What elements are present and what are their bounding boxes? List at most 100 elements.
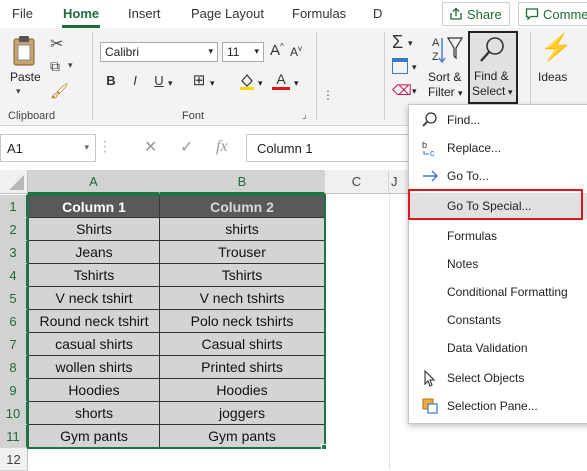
table-cell[interactable]: shorts — [28, 402, 160, 425]
comments-button[interactable]: Comme — [518, 2, 587, 26]
fill-color-icon[interactable] — [238, 72, 256, 90]
table-cell[interactable]: Round neck tshirt — [28, 310, 160, 333]
underline-icon[interactable]: U — [150, 72, 168, 90]
fill-handle[interactable] — [321, 444, 327, 450]
clear-dropdown-icon[interactable]: ▾ — [412, 86, 417, 97]
font-size-box[interactable]: 11 ▾ — [222, 42, 264, 62]
sort-filter-icon[interactable]: A Z — [430, 32, 466, 68]
select-all-corner[interactable] — [0, 170, 28, 194]
enter-icon[interactable]: ✓ — [180, 137, 193, 157]
table-cell[interactable]: Tshirts — [28, 264, 160, 287]
paste-button[interactable] — [10, 34, 40, 68]
menu-item-data-validation[interactable]: Data Validation — [409, 335, 587, 361]
table-cell[interactable]: Printed shirts — [160, 356, 325, 379]
menu-item-constants[interactable]: Constants — [409, 307, 587, 333]
menu-item-notes[interactable]: Notes — [409, 251, 587, 277]
table-cell[interactable]: joggers — [160, 402, 325, 425]
insert-function-icon[interactable]: fx — [216, 138, 228, 156]
tab-file[interactable]: File — [12, 6, 33, 21]
table-cell[interactable]: Jeans — [28, 241, 160, 264]
menu-item-go-to[interactable]: Go To... — [409, 163, 587, 189]
menu-item-selection-pane[interactable]: Selection Pane... — [409, 393, 587, 419]
table-cell[interactable]: Hoodies — [160, 379, 325, 402]
fill-dropdown-icon[interactable]: ▾ — [412, 62, 417, 73]
paste-dropdown-icon[interactable]: ▾ — [16, 86, 21, 97]
table-cell[interactable]: Gym pants — [28, 425, 160, 448]
sort-filter-dropdown-icon[interactable]: ▾ — [458, 88, 463, 99]
column-header-a[interactable]: A — [28, 170, 160, 194]
menu-item-conditional-formatting[interactable]: Conditional Formatting — [409, 279, 587, 305]
sort-filter-label: Sort & — [428, 70, 462, 84]
menu-item-replace[interactable]: bc Replace... — [409, 135, 587, 161]
row-header[interactable]: 10 — [0, 402, 28, 425]
column-header-c[interactable]: C — [325, 170, 389, 194]
decrease-font-size-icon[interactable]: Av — [290, 44, 302, 59]
tab-home[interactable]: Home — [63, 6, 99, 21]
menu-item-formulas[interactable]: Formulas — [409, 223, 587, 249]
borders-icon[interactable]: ⊞ — [190, 72, 208, 90]
row-header[interactable]: 8 — [0, 356, 28, 379]
row-header[interactable]: 6 — [0, 310, 28, 333]
table-cell[interactable]: wollen shirts — [28, 356, 160, 379]
table-cell[interactable]: Casual shirts — [160, 333, 325, 356]
table-cell[interactable]: casual shirts — [28, 333, 160, 356]
table-cell[interactable]: V neck tshirt — [28, 287, 160, 310]
tab-insert[interactable]: Insert — [128, 6, 161, 21]
table-cell[interactable]: Polo neck tshirts — [160, 310, 325, 333]
find-select-button[interactable]: Find & Select ▾ — [468, 31, 518, 104]
format-painter-icon[interactable]: 🖌 — [50, 82, 69, 100]
name-box[interactable]: A1 ▾ — [0, 134, 96, 162]
clear-icon[interactable]: ⌫ — [392, 82, 412, 99]
font-name-box[interactable]: Calibri ▾ — [100, 42, 218, 62]
table-cell[interactable]: V nech tshirts — [160, 287, 325, 310]
table-cell[interactable]: shirts — [160, 218, 325, 241]
tab-data[interactable]: D — [373, 6, 382, 21]
underline-dropdown-icon[interactable]: ▾ — [168, 78, 173, 89]
row-header[interactable]: 9 — [0, 379, 28, 402]
cut-icon[interactable]: ✂ — [50, 34, 63, 54]
table-cell[interactable]: Gym pants — [160, 425, 325, 448]
row-header[interactable]: 12 — [0, 448, 28, 471]
dialog-launcher-icon[interactable]: ⌟ — [302, 110, 307, 121]
increase-font-size-icon[interactable]: A^ — [270, 42, 284, 59]
svg-text:c: c — [430, 148, 435, 157]
share-button[interactable]: Share — [442, 2, 510, 26]
copy-icon[interactable]: ⧉ — [50, 58, 60, 75]
tab-page-layout[interactable]: Page Layout — [191, 6, 264, 21]
fill-color-dropdown-icon[interactable]: ▾ — [258, 78, 263, 89]
copy-dropdown-icon[interactable]: ▾ — [68, 60, 73, 71]
autosum-icon[interactable]: Σ — [392, 32, 403, 53]
table-cell[interactable]: Shirts — [28, 218, 160, 241]
cancel-icon[interactable]: ✕ — [144, 137, 157, 157]
italic-icon[interactable]: I — [126, 72, 144, 90]
row-header[interactable]: 2 — [0, 218, 28, 241]
table-header-cell[interactable]: Column 2 — [160, 195, 325, 218]
autosum-dropdown-icon[interactable]: ▾ — [408, 38, 413, 49]
row-header[interactable]: 11 — [0, 425, 28, 448]
menu-item-label: Go To... — [447, 169, 489, 183]
font-color-dropdown-icon[interactable]: ▾ — [294, 78, 299, 89]
table-cell[interactable]: Tshirts — [160, 264, 325, 287]
formula-content: Column 1 — [257, 141, 313, 156]
table-cell[interactable]: Trouser — [160, 241, 325, 264]
menu-item-select-objects[interactable]: Select Objects — [409, 365, 587, 391]
row-header[interactable]: 5 — [0, 287, 28, 310]
fill-icon[interactable] — [392, 58, 408, 74]
borders-dropdown-icon[interactable]: ▾ — [210, 78, 215, 89]
font-color-icon[interactable]: A — [272, 70, 290, 90]
menu-item-find[interactable]: Find... — [409, 107, 587, 133]
row-header[interactable]: 1 — [0, 195, 28, 218]
bold-icon[interactable]: B — [102, 72, 120, 90]
divider — [384, 32, 385, 120]
ideas-icon[interactable]: ⚡ — [540, 32, 572, 63]
search-icon — [422, 112, 437, 127]
row-header[interactable]: 3 — [0, 241, 28, 264]
tab-formulas[interactable]: Formulas — [292, 6, 346, 21]
share-label: Share — [467, 6, 502, 22]
clipboard-group-label: Clipboard — [8, 110, 56, 122]
table-header-cell[interactable]: Column 1 — [28, 195, 160, 218]
column-header-b[interactable]: B — [160, 170, 325, 194]
row-header[interactable]: 4 — [0, 264, 28, 287]
row-header[interactable]: 7 — [0, 333, 28, 356]
table-cell[interactable]: Hoodies — [28, 379, 160, 402]
